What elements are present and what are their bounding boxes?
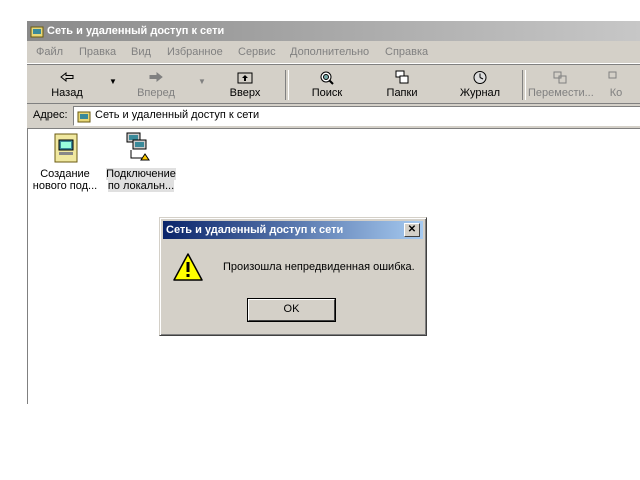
- forward-arrow-icon: [149, 71, 163, 83]
- window-title: Сеть и удаленный доступ к сети: [47, 25, 225, 37]
- toolbar-separator: [522, 70, 526, 100]
- local-area-connection-icon: [126, 132, 150, 161]
- address-input[interactable]: Сеть и удаленный доступ к сети: [73, 106, 640, 126]
- menu-tools[interactable]: Сервис: [238, 46, 276, 58]
- folders-button[interactable]: Папки: [380, 68, 424, 102]
- warning-icon: [173, 253, 203, 281]
- close-button[interactable]: ✕: [404, 223, 420, 237]
- local-connection-label: Подключение по локальн...: [106, 168, 176, 192]
- address-bar: Адрес: Сеть и удаленный доступ к сети: [27, 105, 640, 127]
- toolbar: Назад ▼ Вперед ▼ Вверх Поиск Папки Журна…: [27, 66, 640, 104]
- toolbar-separator: [285, 70, 289, 100]
- copy-to-icon: [608, 71, 617, 79]
- back-arrow-icon: [60, 71, 74, 83]
- menu-bar: Файл Правка Вид Избранное Сервис Дополни…: [27, 43, 640, 64]
- history-clock-icon: [473, 71, 487, 84]
- search-button[interactable]: Поиск: [305, 68, 349, 102]
- network-folder-icon: [30, 26, 44, 38]
- folder-up-icon: [237, 72, 253, 84]
- ok-button[interactable]: OK: [247, 298, 336, 322]
- menu-file[interactable]: Файл: [36, 46, 63, 58]
- menu-help[interactable]: Справка: [385, 46, 428, 58]
- search-icon: [320, 71, 334, 85]
- menu-favorites[interactable]: Избранное: [167, 46, 223, 58]
- up-button[interactable]: Вверх: [223, 68, 267, 102]
- new-connection-item[interactable]: Создание нового под...: [27, 132, 103, 192]
- dialog-titlebar[interactable]: Сеть и удаленный доступ к сети ✕: [163, 221, 423, 239]
- new-connection-label: Создание нового под...: [32, 168, 98, 192]
- folders-icon: [395, 70, 409, 84]
- move-to-button[interactable]: Перемести...: [528, 68, 594, 102]
- dialog-title: Сеть и удаленный доступ к сети: [166, 224, 344, 236]
- history-button[interactable]: Журнал: [455, 68, 505, 102]
- forward-button[interactable]: Вперед: [130, 68, 182, 102]
- copy-to-button[interactable]: Ко: [601, 68, 631, 102]
- menu-edit[interactable]: Правка: [79, 46, 116, 58]
- new-connection-icon: [54, 133, 78, 163]
- forward-dropdown-icon[interactable]: ▼: [198, 77, 206, 86]
- address-value: Сеть и удаленный доступ к сети: [95, 109, 260, 121]
- network-folder-icon: [77, 111, 91, 123]
- address-label: Адрес:: [33, 109, 68, 121]
- dialog-message: Произошла непредвиденная ошибка.: [223, 261, 415, 273]
- close-icon: ✕: [407, 224, 417, 235]
- local-connection-item[interactable]: Подключение по локальн...: [103, 132, 179, 192]
- explorer-window: Сеть и удаленный доступ к сети Файл Прав…: [27, 21, 640, 404]
- back-button[interactable]: Назад: [41, 68, 93, 102]
- move-to-icon: [553, 71, 567, 84]
- menu-advanced[interactable]: Дополнительно: [290, 46, 369, 58]
- error-dialog: Сеть и удаленный доступ к сети ✕ Произош…: [159, 217, 427, 336]
- menu-view[interactable]: Вид: [131, 46, 151, 58]
- back-dropdown-icon[interactable]: ▼: [109, 77, 117, 86]
- window-titlebar[interactable]: Сеть и удаленный доступ к сети: [27, 21, 640, 41]
